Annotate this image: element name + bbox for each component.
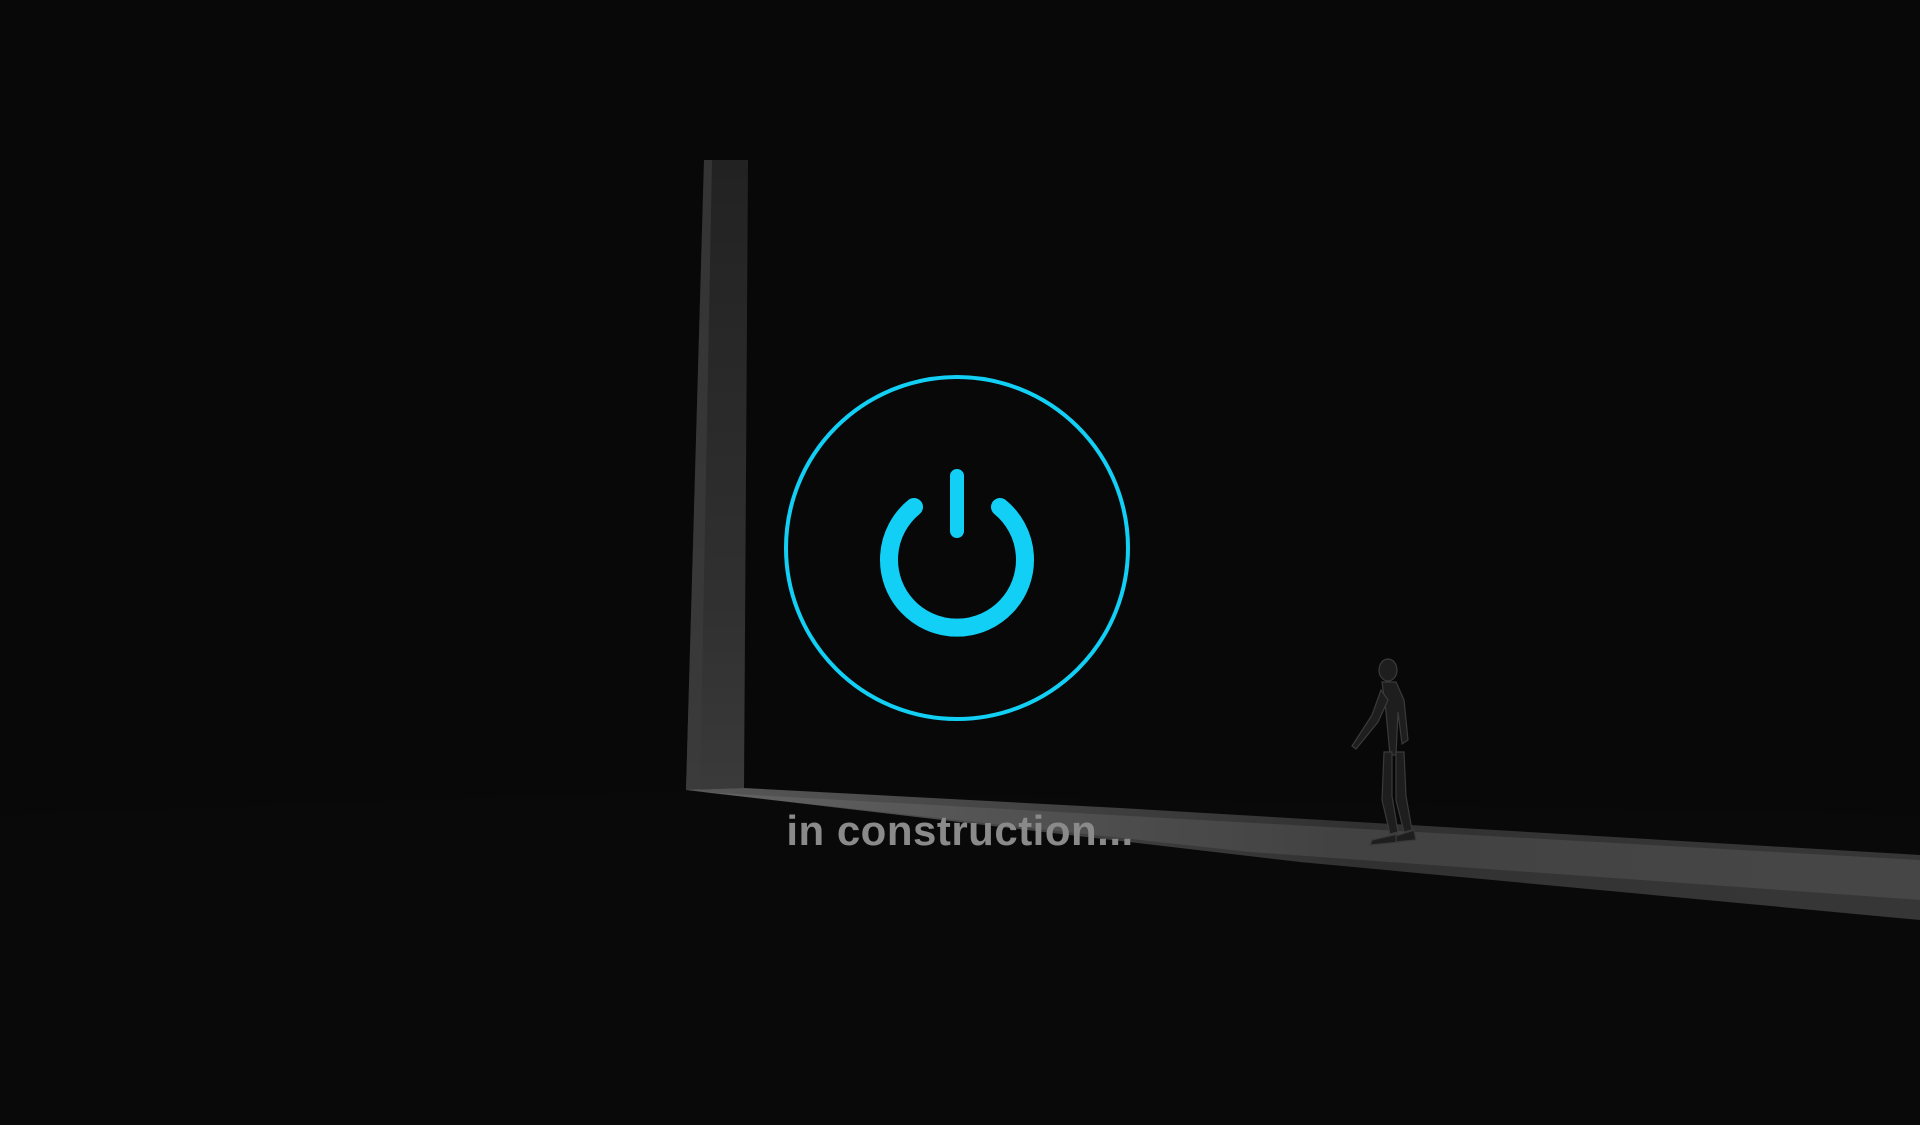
status-text: in construction...	[786, 807, 1134, 854]
power-icon	[784, 375, 1130, 721]
construction-scene: in construction...	[0, 0, 1920, 1125]
power-button[interactable]	[784, 375, 1130, 721]
